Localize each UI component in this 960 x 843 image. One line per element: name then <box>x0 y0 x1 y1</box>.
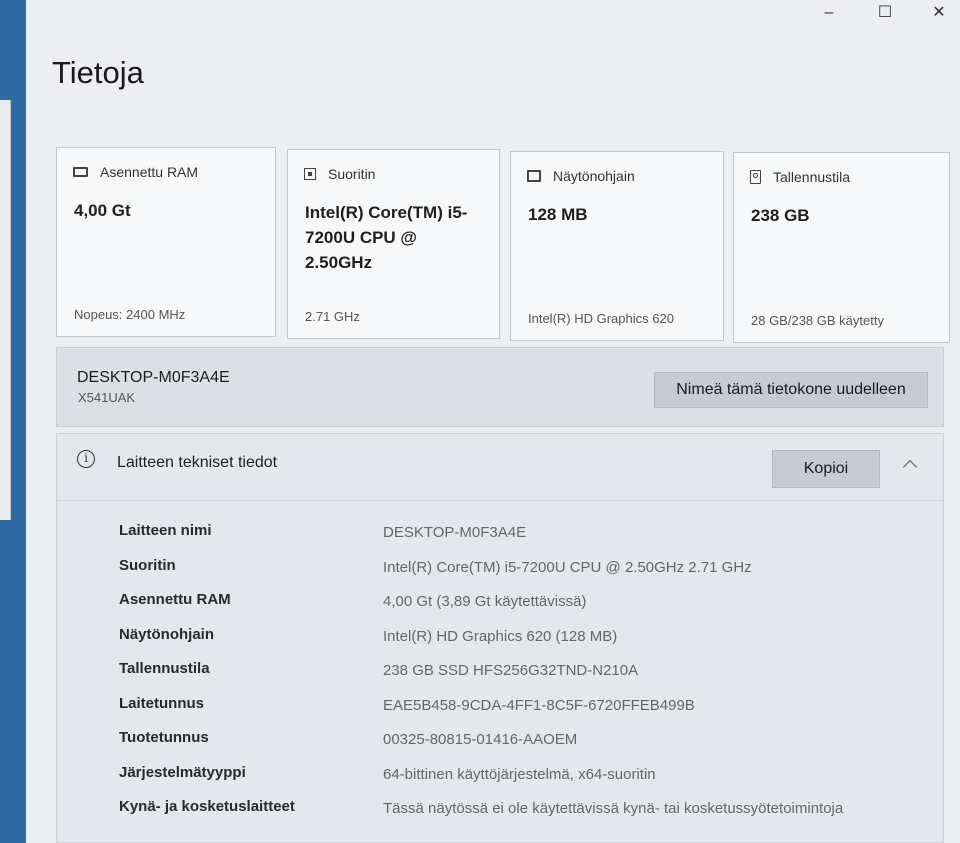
title-bar: – ☐ ✕ <box>810 0 960 28</box>
cpu-icon <box>304 168 316 180</box>
ram-card-value: 4,00 Gt <box>74 201 131 220</box>
cpu-card-footer: 2.71 GHz <box>305 309 360 324</box>
ram-icon <box>73 167 88 177</box>
cpu-card-label: Suoritin <box>328 166 376 182</box>
spec-value: 4,00 Gt (3,89 Gt käytettävissä) <box>383 593 587 610</box>
gpu-card-footer: Intel(R) HD Graphics 620 <box>528 311 674 326</box>
spec-label: Järjestelmätyyppi <box>119 763 246 781</box>
rename-pc-button[interactable]: Nimeä tämä tietokone uudelleen <box>654 372 928 408</box>
spec-row-storage: Tallennustila 238 GB SSD HFS256G32TND-N2… <box>57 660 943 695</box>
chevron-up-icon[interactable] <box>902 459 918 475</box>
storage-card-label: Tallennustila <box>773 169 851 185</box>
spec-value: EAE5B458-9CDA-4FF1-8C5F-6720FFEB499B <box>383 696 695 714</box>
spec-label: Asennettu RAM <box>119 591 231 608</box>
spec-label: Tallennustila <box>119 660 210 677</box>
spec-row-device-name: Laitteen nimi DESKTOP-M0F3A4E <box>57 522 943 557</box>
spec-label: Laitteen nimi <box>119 522 212 539</box>
storage-card-footer: 28 GB/238 GB käytetty <box>751 313 884 328</box>
spec-label: Kynä- ja kosketuslaitteet <box>119 798 295 815</box>
cpu-card-value: Intel(R) Core(TM) i5-7200U CPU @ 2.50GHz <box>305 203 468 272</box>
spec-value: 238 GB SSD HFS256G32TND-N210A <box>383 662 639 679</box>
storage-icon <box>750 170 761 184</box>
gpu-icon <box>527 170 541 182</box>
device-name: DESKTOP-M0F3A4E <box>77 369 230 386</box>
ram-card-label: Asennettu RAM <box>100 164 199 180</box>
storage-card: Tallennustila 238 GB 28 GB/238 GB käytet… <box>733 152 950 343</box>
minimize-button[interactable]: – <box>814 2 844 24</box>
specifications-title: Laitteen tekniset tiedot <box>117 454 278 471</box>
specifications-list: Laitteen nimi DESKTOP-M0F3A4E Suoritin I… <box>57 522 943 833</box>
device-model: X541UAK <box>78 390 136 405</box>
specifications-header[interactable]: i Laitteen tekniset tiedot Kopioi <box>57 434 943 501</box>
info-icon: i <box>77 450 95 468</box>
spec-label: Laitetunnus <box>119 694 204 712</box>
spec-value: Intel(R) HD Graphics 620 (128 MB) <box>383 627 618 645</box>
device-name-bar: DESKTOP-M0F3A4E X541UAK Nimeä tämä tieto… <box>56 347 944 427</box>
gpu-card-value: 128 MB <box>528 205 588 224</box>
page-title: Tietoja <box>52 55 144 90</box>
spec-value: Tässä näytössä ei ole käytettävissä kynä… <box>383 800 844 817</box>
spec-row-installed-ram: Asennettu RAM 4,00 Gt (3,89 Gt käytettäv… <box>57 591 943 626</box>
gpu-card-label: Näytönohjain <box>553 168 635 184</box>
copy-button[interactable]: Kopioi <box>772 450 880 488</box>
spec-value: DESKTOP-M0F3A4E <box>383 524 527 541</box>
spec-row-graphics: Näytönohjain Intel(R) HD Graphics 620 (1… <box>57 626 943 661</box>
spec-value: Intel(R) Core(TM) i5-7200U CPU @ 2.50GHz… <box>383 558 752 576</box>
ram-card: Asennettu RAM 4,00 Gt Nopeus: 2400 MHz <box>56 147 276 337</box>
spec-row-product-id: Tuotetunnus 00325-80815-01416-AAOEM <box>57 729 943 764</box>
ram-card-footer: Nopeus: 2400 MHz <box>74 307 186 322</box>
spec-label: Suoritin <box>119 556 176 574</box>
gpu-card: Näytönohjain 128 MB Intel(R) HD Graphics… <box>510 151 724 341</box>
spec-row-system-type: Järjestelmätyyppi 64-bittinen käyttöjärj… <box>57 764 943 799</box>
spec-value: 64-bittinen käyttöjärjestelmä, x64-suori… <box>383 765 656 783</box>
spec-value: 00325-80815-01416-AAOEM <box>383 731 578 748</box>
spec-label: Näytönohjain <box>119 625 215 643</box>
background-window-edge <box>0 100 11 520</box>
maximize-button[interactable]: ☐ <box>870 2 900 24</box>
settings-window: – ☐ ✕ Tietoja Asennettu RAM 4,00 Gt Nope… <box>26 0 960 843</box>
spec-label: Tuotetunnus <box>119 729 209 746</box>
spec-row-pen-touch: Kynä- ja kosketuslaitteet Tässä näytössä… <box>57 798 943 833</box>
spec-row-processor: Suoritin Intel(R) Core(TM) i5-7200U CPU … <box>57 557 943 592</box>
storage-card-value: 238 GB <box>751 206 810 225</box>
cpu-card: Suoritin Intel(R) Core(TM) i5-7200U CPU … <box>287 149 500 339</box>
device-specifications-panel: i Laitteen tekniset tiedot Kopioi Laitte… <box>56 433 944 843</box>
close-button[interactable]: ✕ <box>924 2 954 24</box>
spec-row-device-id: Laitetunnus EAE5B458-9CDA-4FF1-8C5F-6720… <box>57 695 943 730</box>
